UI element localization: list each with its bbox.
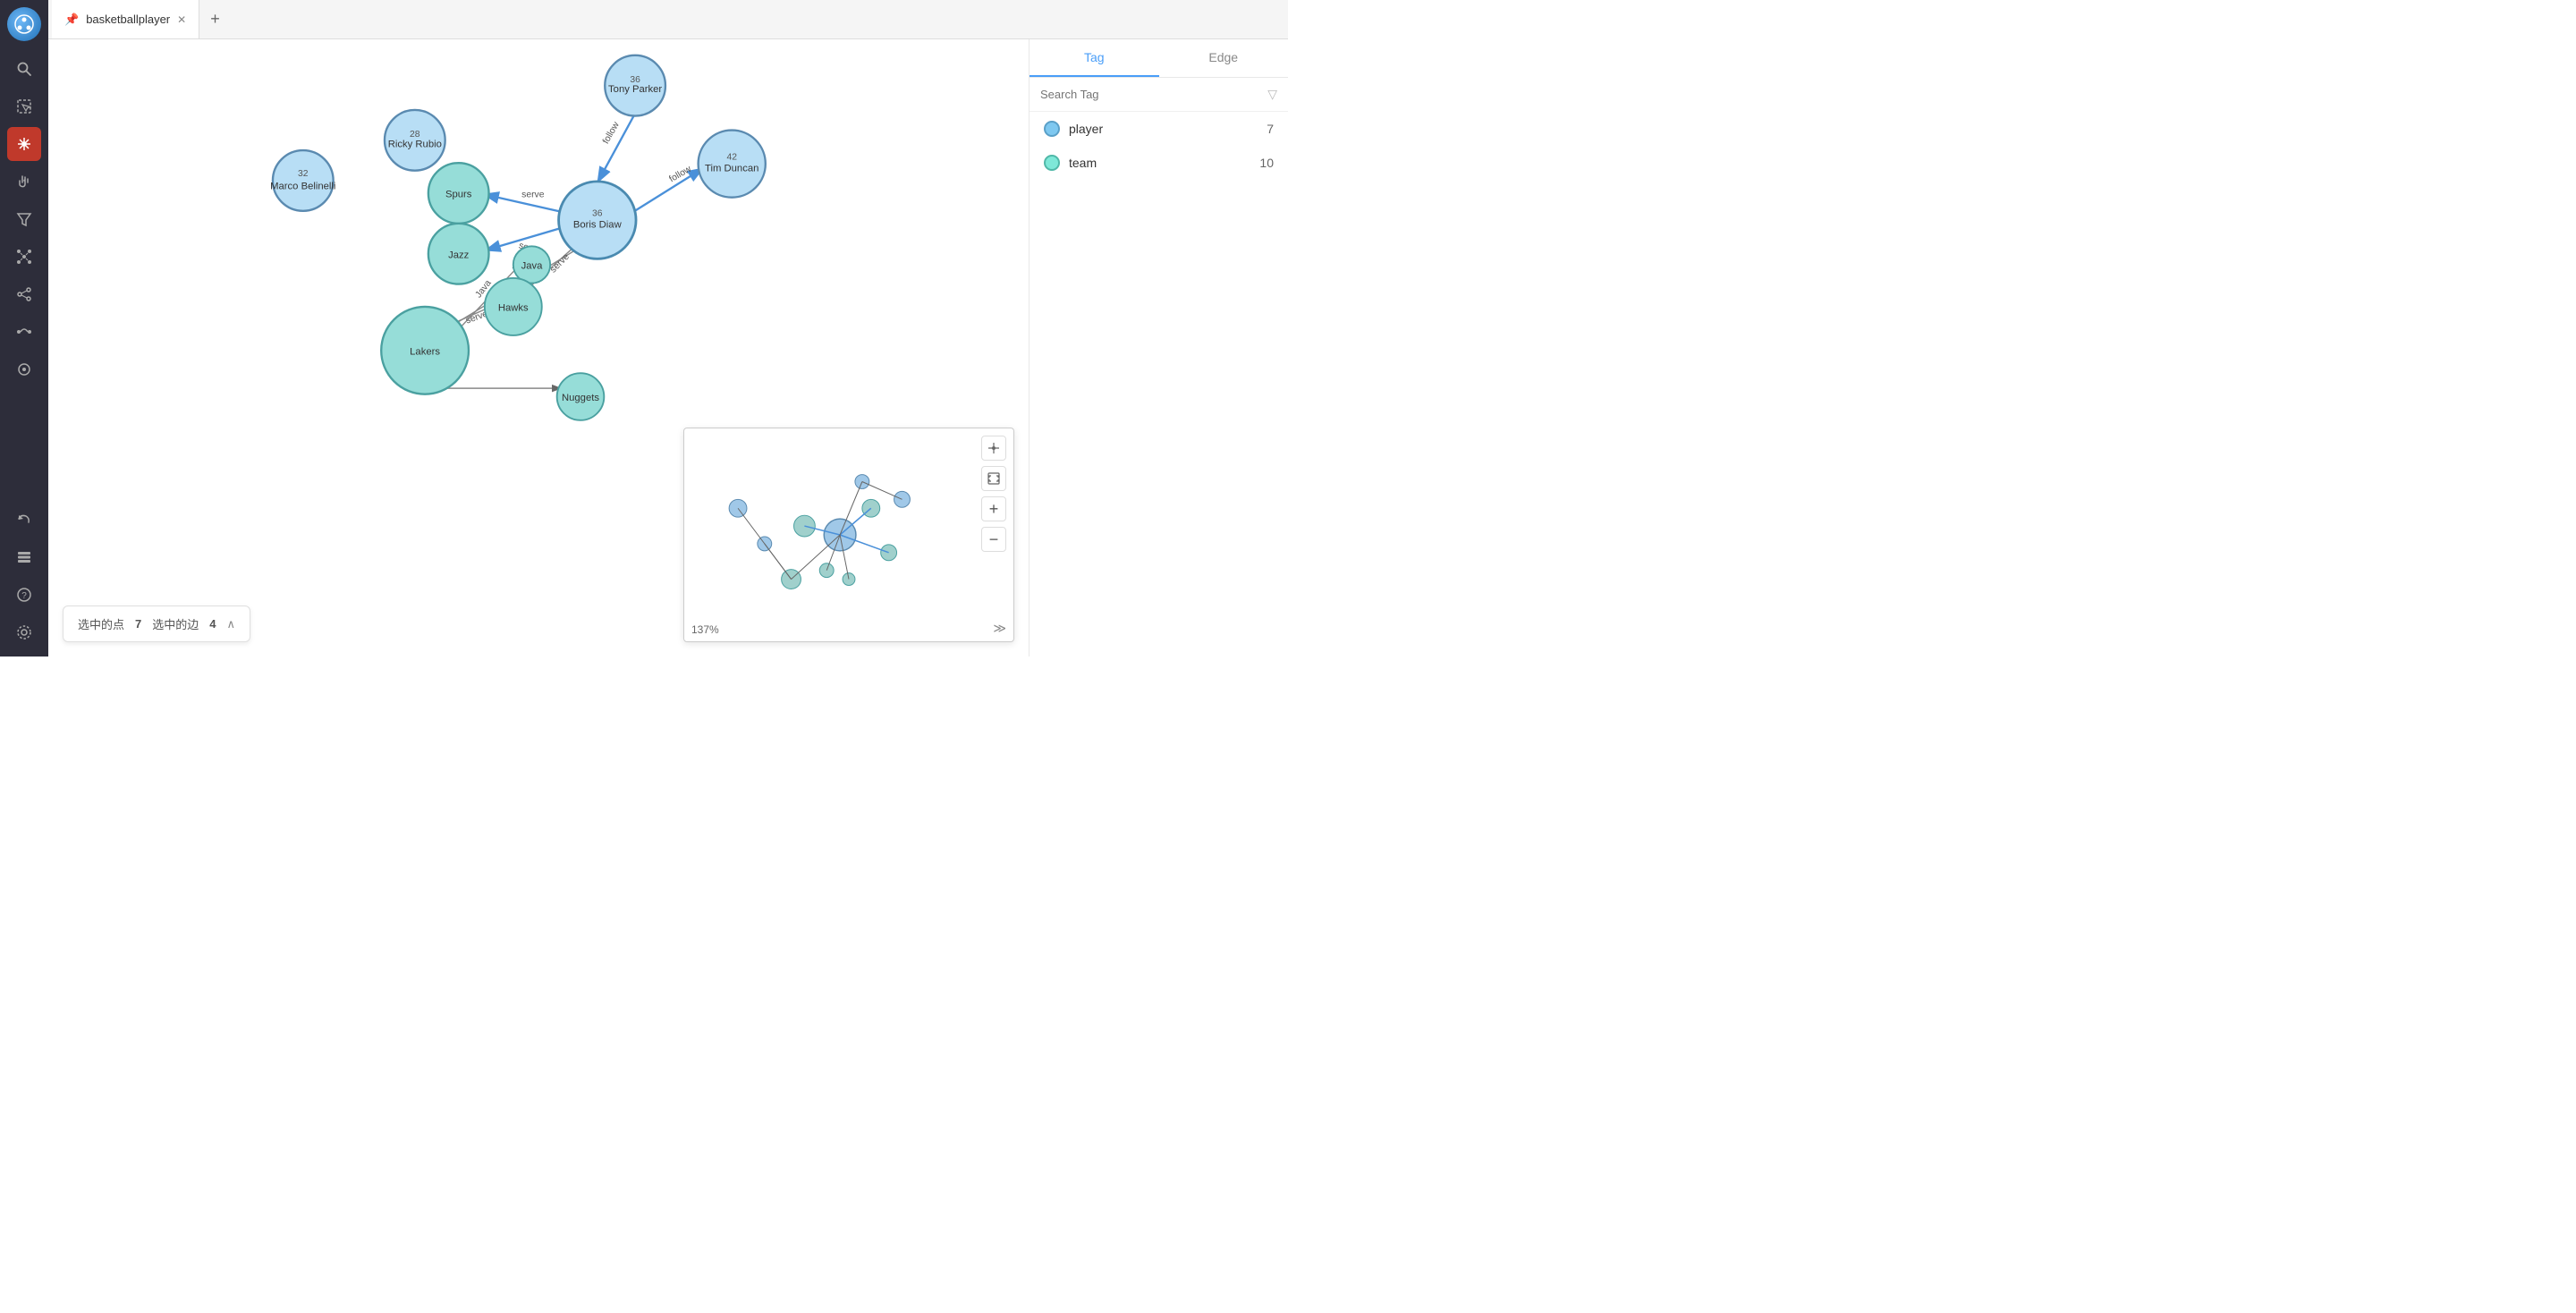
svg-text:Tony Parker: Tony Parker [608,84,662,95]
player-tag-color [1044,121,1060,137]
hand-icon[interactable] [7,165,41,199]
tag-list: player 7 team 10 [1030,112,1288,656]
svg-text:36: 36 [592,208,603,218]
panel-tab-bar: Tag Edge [1030,39,1288,78]
undo-icon[interactable] [7,503,41,537]
svg-text:Nuggets: Nuggets [562,393,599,403]
tag-search-input[interactable] [1040,88,1260,101]
algo-icon[interactable] [7,352,41,386]
right-panel: Tag Edge ▽ player 7 team 10 [1029,39,1288,656]
layout-icon[interactable] [7,240,41,274]
search-icon[interactable] [7,52,41,86]
selected-nodes-label: 选中的点 [78,615,124,632]
svg-text:Ricky Rubio: Ricky Rubio [388,139,442,149]
svg-text:Boris Diaw: Boris Diaw [573,220,623,231]
main-area: 📌 basketballplayer ✕ + foll [48,0,1288,656]
svg-text:serve: serve [521,191,545,200]
minimap-zoom-out-btn[interactable]: − [981,527,1006,552]
minimap-zoom-label: 137% [691,623,719,636]
svg-text:28: 28 [410,130,420,140]
graph-canvas[interactable]: follow follow serve serve serve serve [48,39,1029,656]
search-row: ▽ [1030,78,1288,112]
tab-tag[interactable]: Tag [1030,39,1159,77]
minimap-expand-button[interactable]: ≫ [993,621,1006,636]
player-tag-label: player [1069,122,1258,136]
svg-text:Jazz: Jazz [448,250,470,260]
path-icon[interactable] [7,315,41,349]
minimap-layout-btn[interactable] [981,436,1006,461]
team-tag-color [1044,155,1060,171]
svg-text:42: 42 [726,152,737,162]
minimap-zoom-in-btn[interactable]: + [981,496,1006,521]
sidebar: ? [0,0,48,656]
tag-item-team[interactable]: team 10 [1030,146,1288,180]
svg-text:Hawks: Hawks [498,303,529,314]
tab-title: basketballplayer [86,13,170,26]
node-expand-icon[interactable] [7,127,41,161]
filter-icon[interactable]: ▽ [1267,87,1277,102]
settings-icon[interactable] [7,615,41,649]
selected-nodes-value: 7 [135,617,141,631]
minimap-controls: + − [981,436,1006,552]
select-icon[interactable] [7,89,41,123]
app-logo [7,7,41,41]
team-tag-count: 10 [1259,156,1274,170]
svg-text:Spurs: Spurs [445,190,472,200]
svg-text:?: ? [21,591,27,601]
team-tag-label: team [1069,156,1250,170]
tag-item-player[interactable]: player 7 [1030,112,1288,146]
tab-close-button[interactable]: ✕ [177,13,186,26]
minimap-fullscreen-btn[interactable] [981,466,1006,491]
help-icon[interactable]: ? [7,578,41,612]
minimap: + − 137% ≫ [683,428,1014,642]
pin-icon: 📌 [64,13,79,27]
svg-text:32: 32 [298,169,309,179]
player-tag-count: 7 [1267,122,1274,136]
tab-bar: 📌 basketballplayer ✕ + [48,0,1288,39]
svg-text:Tim Duncan: Tim Duncan [705,164,758,174]
svg-text:Java: Java [521,261,544,272]
list-icon[interactable] [7,540,41,574]
share-icon[interactable] [7,277,41,311]
selected-edges-value: 4 [209,617,216,631]
filter-icon[interactable] [7,202,41,236]
new-tab-button[interactable]: + [199,10,231,29]
svg-text:Lakers: Lakers [410,347,440,358]
svg-text:serve: serve [548,252,572,275]
selection-status-bar: 选中的点 7 选中的边 4 ∧ [63,606,250,642]
graph-tab[interactable]: 📌 basketballplayer ✕ [52,0,199,38]
svg-text:36: 36 [630,75,640,85]
content-row: follow follow serve serve serve serve [48,39,1288,656]
selected-edges-label: 选中的边 [152,615,199,632]
tab-edge[interactable]: Edge [1159,39,1289,77]
expand-chevron[interactable]: ∧ [227,617,236,631]
svg-text:Marco Belinelli: Marco Belinelli [270,181,335,191]
